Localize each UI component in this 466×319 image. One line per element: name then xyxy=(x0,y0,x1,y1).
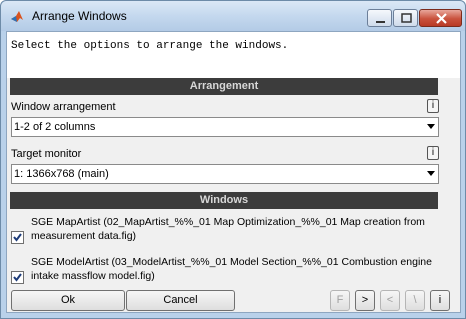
maximize-button[interactable] xyxy=(393,9,418,27)
window-arrangement-info-button[interactable]: i xyxy=(427,99,439,113)
title-bar[interactable]: Arrange Windows xyxy=(1,1,465,31)
dropdown-arrow-icon xyxy=(427,124,435,129)
close-icon xyxy=(436,13,447,24)
maximize-icon xyxy=(401,13,412,23)
window-arrangement-value: 1-2 of 2 columns xyxy=(14,121,96,133)
backslash-button[interactable]: \ xyxy=(405,290,425,311)
target-monitor-value: 1: 1366x768 (main) xyxy=(14,168,109,180)
windows-header: Windows xyxy=(10,192,438,209)
checkmark-icon xyxy=(13,273,22,282)
cancel-button[interactable]: Cancel xyxy=(126,290,235,311)
next-button[interactable]: > xyxy=(355,290,375,311)
target-monitor-label: Target monitor xyxy=(11,148,82,160)
window-item-checkbox[interactable] xyxy=(11,271,24,284)
checkmark-icon xyxy=(13,233,22,242)
arrangement-header: Arrangement xyxy=(10,78,438,95)
window-item-label: SGE ModelArtist (03_ModelArtist_%%_01 Mo… xyxy=(31,256,432,282)
dropdown-arrow-icon xyxy=(427,171,435,176)
target-monitor-select[interactable]: 1: 1366x768 (main) xyxy=(11,164,439,184)
close-button[interactable] xyxy=(419,9,462,27)
window-title: Arrange Windows xyxy=(32,9,127,23)
ok-button[interactable]: Ok xyxy=(11,290,125,311)
window-arrangement-label: Window arrangement xyxy=(11,101,116,113)
instructions-text: Select the options to arrange the window… xyxy=(7,32,460,78)
dialog-content: Select the options to arrange the window… xyxy=(6,31,461,313)
info-button[interactable]: i xyxy=(430,290,450,311)
minimize-button[interactable] xyxy=(367,9,392,27)
matlab-app-icon xyxy=(10,9,25,24)
window-item-label: SGE MapArtist (02_MapArtist_%%_01 Map Op… xyxy=(31,216,425,242)
f-button[interactable]: F xyxy=(330,290,350,311)
minimize-icon xyxy=(376,21,385,23)
window-arrangement-select[interactable]: 1-2 of 2 columns xyxy=(11,117,439,137)
window-item-checkbox[interactable] xyxy=(11,231,24,244)
target-monitor-info-button[interactable]: i xyxy=(427,146,439,160)
arrange-windows-dialog: Arrange Windows Select the options to ar… xyxy=(0,0,466,319)
previous-button[interactable]: < xyxy=(380,290,400,311)
